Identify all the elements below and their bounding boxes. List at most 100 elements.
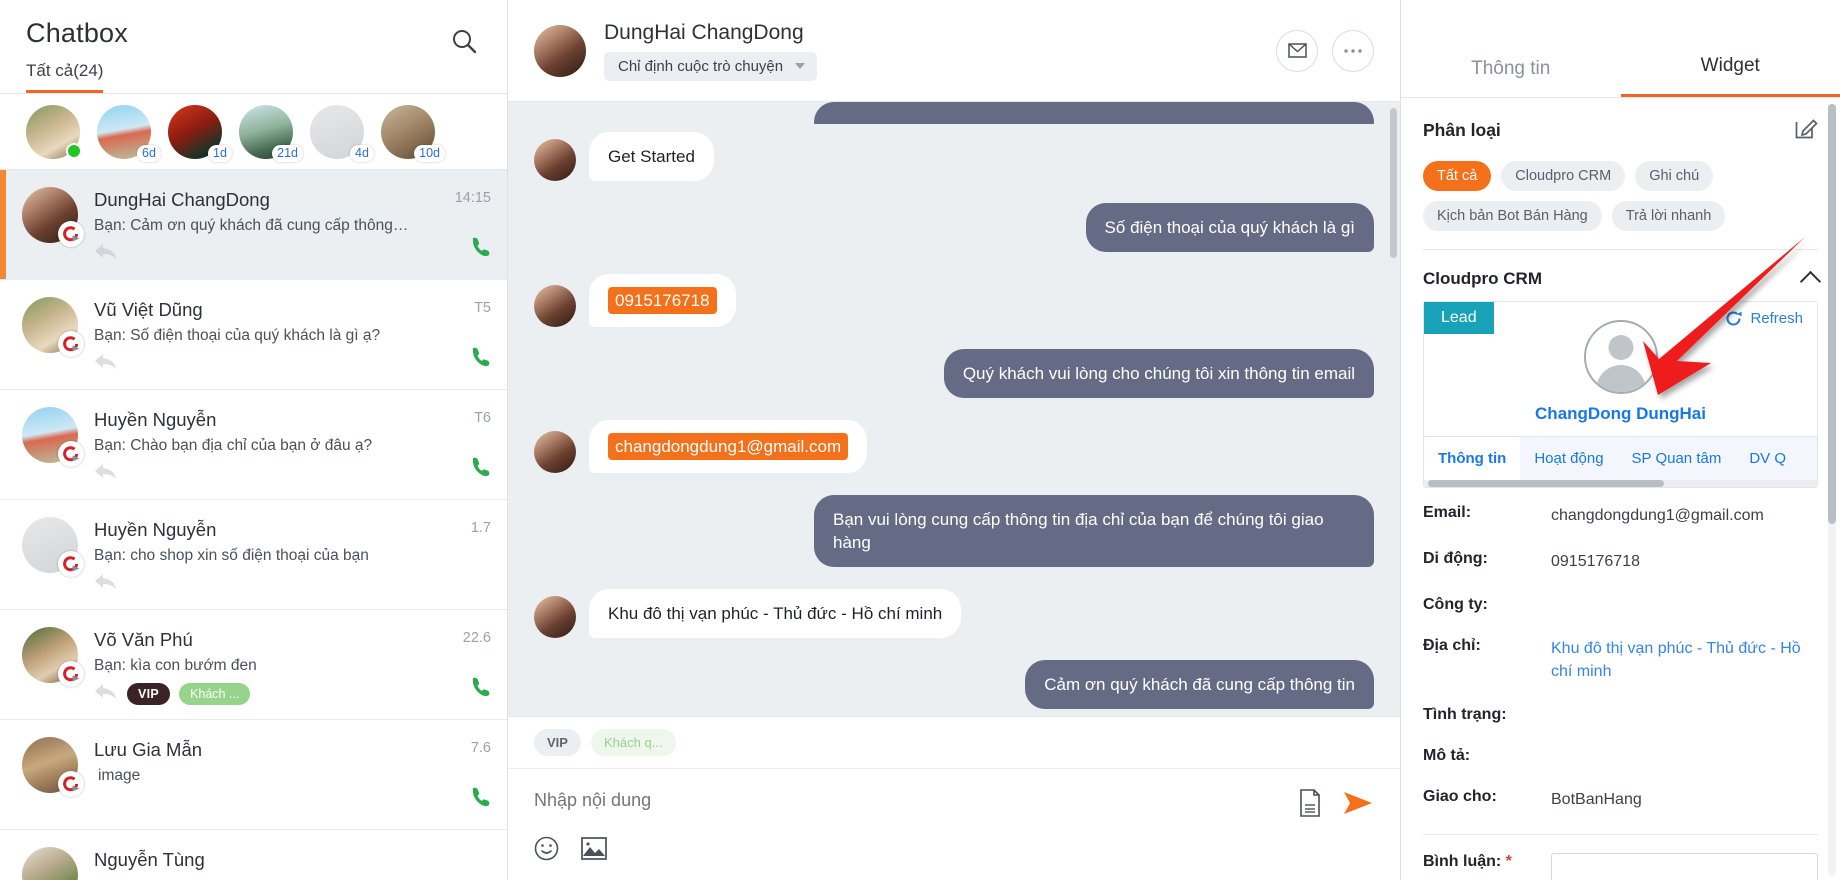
crm-field-value: BotBanHang xyxy=(1551,791,1642,808)
conversation-side: 7.6 xyxy=(429,737,491,816)
document-icon[interactable] xyxy=(1298,789,1322,822)
status-badge: Lead xyxy=(1424,302,1494,334)
category-chip[interactable]: Kịch bản Bot Bán Hàng xyxy=(1423,201,1602,231)
tab-info[interactable]: Thông tin xyxy=(1401,58,1621,97)
search-icon[interactable] xyxy=(451,28,477,54)
reply-icon xyxy=(94,352,118,376)
phone-icon[interactable] xyxy=(469,236,491,263)
conversation-meta xyxy=(94,572,429,596)
conversation-list[interactable]: DungHai ChangDong Bạn: Cảm ơn quý khách đ… xyxy=(0,170,507,880)
category-chip[interactable]: Ghi chú xyxy=(1635,161,1714,191)
message-row: Số điện thoại của quý khách là gì xyxy=(534,203,1374,252)
message-bubble: Cảm ơn quý khách đã cung cấp thông tin xyxy=(1025,660,1374,709)
chat-header-actions xyxy=(1276,29,1374,72)
chat-contact-name: DungHai ChangDong xyxy=(604,20,804,44)
conversation-timestamp: 7.6 xyxy=(470,740,491,756)
phone-icon[interactable] xyxy=(469,456,491,483)
sidebar-header: Chatbox Tất cả(24) xyxy=(0,0,507,93)
conversation-meta: VIP Khách ... xyxy=(94,682,429,706)
recent-avatar-6[interactable]: 10d xyxy=(381,104,445,162)
send-icon[interactable] xyxy=(1342,790,1374,821)
chat-header-text: DungHai ChangDong Chỉ định cuộc trò chuy… xyxy=(604,21,1276,81)
source-channel-icon xyxy=(58,771,84,797)
image-icon[interactable] xyxy=(581,836,607,866)
composer-tag-guest[interactable]: Khách q... xyxy=(590,729,676,756)
crm-fields: Email: changdongdung1@gmail.com Di động: 09… xyxy=(1401,488,1840,880)
message-input[interactable] xyxy=(534,787,1298,811)
crm-section-header: Cloudpro CRM xyxy=(1401,250,1840,293)
crm-comment-input[interactable] xyxy=(1551,853,1818,880)
tab-all-conversations[interactable]: Tất cả(24) xyxy=(26,57,104,93)
right-panel-tabs: Thông tin Widget xyxy=(1401,0,1840,98)
crm-tab[interactable]: SP Quan tâm xyxy=(1618,437,1736,480)
conversation-item[interactable]: Huyền Nguyễn Bạn: Chào bạn địa chỉ của bạ… xyxy=(0,390,507,500)
phone-icon[interactable] xyxy=(469,676,491,703)
conversation-body: DungHai ChangDong Bạn: Cảm ơn quý khách đ… xyxy=(94,187,429,266)
composer-input-row xyxy=(508,769,1400,822)
avatar xyxy=(22,187,84,247)
crm-tab[interactable]: Thông tin xyxy=(1424,437,1521,480)
message-row: Get Started xyxy=(534,132,1374,181)
category-header: Phân loại xyxy=(1423,116,1818,144)
phone-icon[interactable] xyxy=(469,786,491,813)
recent-avatar-5[interactable]: 4d xyxy=(310,104,374,162)
conversation-timestamp: T5 xyxy=(474,300,491,316)
refresh-button[interactable]: Refresh xyxy=(1711,302,1817,335)
conversation-item[interactable]: Võ Văn Phú Bạn: kìa con bướm đen VIP Khách … xyxy=(0,610,507,720)
conversation-snippet: Bạn: Số điện thoại của quý khách là gì ạ… xyxy=(94,327,381,344)
conversation-item[interactable]: Nguyễn Tùng xyxy=(0,830,507,880)
chevron-up-icon[interactable] xyxy=(1799,270,1822,293)
assign-conversation-label: Chỉ định cuộc trò chuyện xyxy=(618,57,784,75)
crm-field-label: Mô tả: xyxy=(1423,747,1471,764)
chat-scrollbar[interactable] xyxy=(1390,108,1397,258)
category-chip[interactable]: Cloudpro CRM xyxy=(1501,161,1626,191)
conversation-name: Lưu Gia Mẫn xyxy=(94,739,203,760)
crm-field-value xyxy=(1551,706,1818,724)
edit-icon[interactable] xyxy=(1795,116,1818,144)
composer-tag-vip[interactable]: VIP xyxy=(534,729,581,756)
avatar xyxy=(22,847,78,880)
crm-comment-row: Bình luận: * xyxy=(1423,834,1818,880)
recent-avatar-3[interactable]: 1d xyxy=(168,104,232,162)
crm-field-label: Địa chỉ: xyxy=(1423,637,1481,654)
recent-avatar-2[interactable]: 6d xyxy=(97,104,161,162)
assign-conversation-dropdown[interactable]: Chỉ định cuộc trò chuyện xyxy=(604,51,818,81)
crm-field-row: Mô tả: xyxy=(1423,747,1818,765)
message-bubble: Get Started xyxy=(589,132,714,181)
category-title: Phân loại xyxy=(1423,119,1501,140)
recent-avatar-1[interactable] xyxy=(26,104,82,159)
avatar xyxy=(1583,320,1658,394)
conversation-item[interactable]: Huyền Nguyễn Bạn: cho shop xin số điện th… xyxy=(0,500,507,610)
conversation-timestamp: 22.6 xyxy=(462,630,491,646)
tag-vip[interactable]: VIP xyxy=(127,683,171,705)
category-chip[interactable]: Tất cả xyxy=(1423,161,1492,191)
avatar xyxy=(22,407,84,467)
conversation-item[interactable]: Lưu Gia Mẫn image 7.6 xyxy=(0,720,507,830)
avatar-image xyxy=(22,847,78,880)
tag-customer[interactable]: Khách ... xyxy=(179,683,251,705)
phone-icon[interactable] xyxy=(469,346,491,373)
crm-tab[interactable]: DV Q xyxy=(1735,437,1800,480)
conversation-meta xyxy=(94,462,429,486)
crm-tabs-scrollbar[interactable] xyxy=(1424,480,1817,487)
conversation-snippet: Bạn: Cảm ơn quý khách đã cung cấp thông… xyxy=(94,217,409,234)
conversation-timestamp: 1.7 xyxy=(470,520,491,536)
recent-avatar-4[interactable]: 21d xyxy=(239,104,303,162)
category-chip[interactable]: Trả lời nhanh xyxy=(1611,201,1726,231)
mail-icon[interactable] xyxy=(1276,29,1318,72)
last-seen-badge: 1d xyxy=(208,144,232,162)
conversation-body: Huyền Nguyễn Bạn: cho shop xin số điện th… xyxy=(94,517,429,596)
message-row: 0915176718 xyxy=(534,274,1374,327)
conversation-item[interactable]: DungHai ChangDong Bạn: Cảm ơn quý khách đ… xyxy=(0,170,507,280)
right-panel-scrollbar[interactable] xyxy=(1828,104,1836,524)
conversation-item[interactable]: Vũ Việt Dũng Bạn: Số điện thoại của quý k… xyxy=(0,280,507,390)
conversation-body: Võ Văn Phú Bạn: kìa con bướm đen VIP Khách … xyxy=(94,627,429,706)
crm-field-value[interactable]: Khu đô thị vạn phúc - Thủ đức - Hồ chí m… xyxy=(1551,637,1818,683)
crm-contact-name[interactable]: ChangDong DungHai xyxy=(1424,404,1817,436)
tab-widget[interactable]: Widget xyxy=(1620,55,1840,97)
crm-field-value: 0915176718 xyxy=(1551,553,1640,570)
crm-field-row: Công ty: xyxy=(1423,596,1818,614)
emoji-icon[interactable] xyxy=(534,836,559,866)
crm-tab[interactable]: Hoạt động xyxy=(1520,437,1617,480)
ellipsis-icon[interactable] xyxy=(1332,29,1374,72)
